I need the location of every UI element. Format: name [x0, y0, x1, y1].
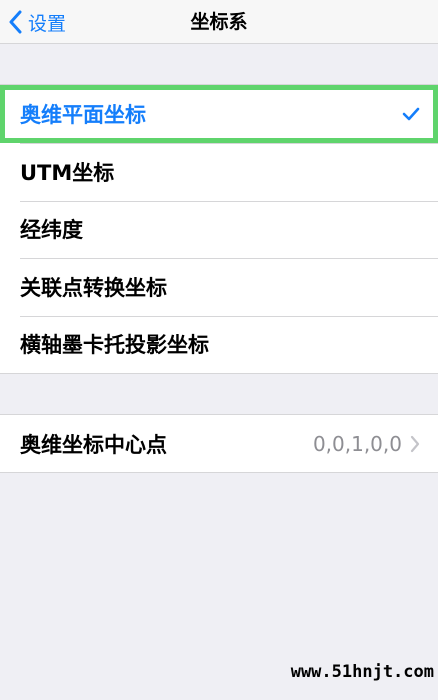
option-lat-lng[interactable]: 经纬度	[0, 200, 438, 259]
option-aowei-plane[interactable]: 奥维平面坐标	[0, 85, 438, 143]
option-utm[interactable]: UTM坐标	[0, 143, 438, 201]
option-label: 经纬度	[20, 218, 83, 243]
option-label: 横轴墨卡托投影坐标	[20, 333, 209, 358]
center-point-group: 奥维坐标中心点 0,0,1,0,0	[0, 414, 438, 473]
check-icon	[402, 107, 420, 121]
option-transverse-mercator[interactable]: 横轴墨卡托投影坐标	[0, 315, 438, 374]
coordinate-system-list: 奥维平面坐标 UTM坐标 经纬度 关联点转换坐标 横轴墨卡托投影坐标	[0, 84, 438, 374]
center-point-value: 0,0,1,0,0	[312, 431, 402, 456]
center-point-row[interactable]: 奥维坐标中心点 0,0,1,0,0	[0, 415, 438, 473]
option-associated-point[interactable]: 关联点转换坐标	[0, 258, 438, 316]
chevron-left-icon	[9, 10, 22, 34]
option-label: 关联点转换坐标	[20, 275, 167, 300]
option-label: 奥维平面坐标	[20, 103, 146, 127]
center-point-label: 奥维坐标中心点	[20, 432, 167, 457]
watermark: www.51hnjt.com	[290, 662, 434, 682]
back-button-label: 设置	[28, 12, 67, 35]
option-label: UTM坐标	[20, 160, 115, 185]
chevron-right-icon	[410, 435, 420, 452]
navigation-bar: 设置 坐标系	[0, 0, 438, 44]
back-button[interactable]: 设置	[8, 0, 66, 44]
